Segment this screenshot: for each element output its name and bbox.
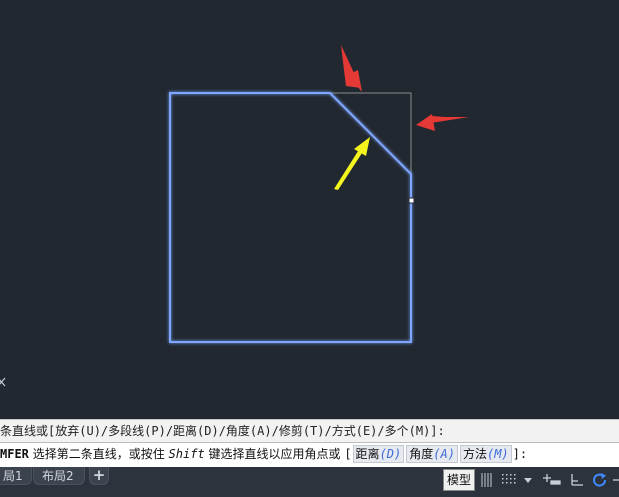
red-arrow-right-head: [416, 114, 435, 131]
prompt-shift: Shift: [168, 447, 205, 461]
ortho-icon[interactable]: [541, 471, 563, 489]
chamfered-rectangle[interactable]: [169, 92, 412, 343]
close-icon[interactable]: [0, 377, 6, 387]
history-prefix: 条直线或: [0, 424, 49, 438]
status-bar: 局1 布局2 + 模型: [0, 467, 619, 497]
option-method-key: (M): [486, 447, 509, 461]
yellow-arrow-head: [354, 137, 370, 156]
option-angle-key: (A): [433, 447, 455, 461]
drawing-canvas[interactable]: [0, 0, 619, 412]
history-options: [放弃(U)/多段线(P)/距离(D)/角度(A)/修剪(T)/方式(E)/多个…: [48, 424, 445, 438]
tab-layout2-label: 布局2: [42, 469, 74, 483]
tab-layout1-label: 局1: [3, 469, 23, 483]
option-angle[interactable]: 角度(A): [406, 445, 458, 463]
option-angle-label: 角度: [409, 447, 434, 461]
dropdown-arrow-icon[interactable]: [522, 471, 534, 489]
snap-icon[interactable]: [500, 471, 520, 489]
drawing-svg[interactable]: [0, 0, 619, 412]
grid-icon[interactable]: [479, 471, 495, 489]
option-distance-label: 距离: [355, 447, 380, 461]
model-space-button[interactable]: 模型: [443, 469, 475, 491]
bracket-close: ]:: [512, 447, 528, 461]
model-label: 模型: [446, 473, 471, 487]
command-name: MFER: [0, 447, 29, 461]
refresh-icon[interactable]: [591, 471, 609, 489]
prompt-text-a: 选择第二条直线，或按住: [28, 447, 169, 461]
polar-icon[interactable]: [569, 471, 585, 489]
prompt-text-b: 键选择直线以应用角点或: [204, 447, 345, 461]
add-layout-label: +: [92, 466, 106, 484]
option-method-label: 方法: [462, 447, 487, 461]
grip-square[interactable]: [408, 197, 415, 204]
option-distance-key: (D): [379, 447, 402, 461]
option-distance[interactable]: 距离(D): [352, 445, 405, 463]
command-history-line: 条直线或 [放弃(U)/多段线(P)/距离(D)/角度(A)/修剪(T)/方式(…: [0, 419, 619, 442]
more-icon[interactable]: [612, 471, 619, 489]
add-layout-button[interactable]: +: [89, 467, 109, 485]
command-line-input[interactable]: MFER 选择第二条直线，或按住 Shift 键选择直线以应用角点或 [距离(D…: [0, 442, 619, 468]
tab-layout1[interactable]: 局1: [0, 467, 32, 485]
bracket-open: [: [344, 447, 352, 461]
option-method[interactable]: 方法(M): [459, 445, 512, 463]
tab-layout2[interactable]: 布局2: [33, 467, 85, 485]
yellow-arrow: [334, 148, 364, 190]
